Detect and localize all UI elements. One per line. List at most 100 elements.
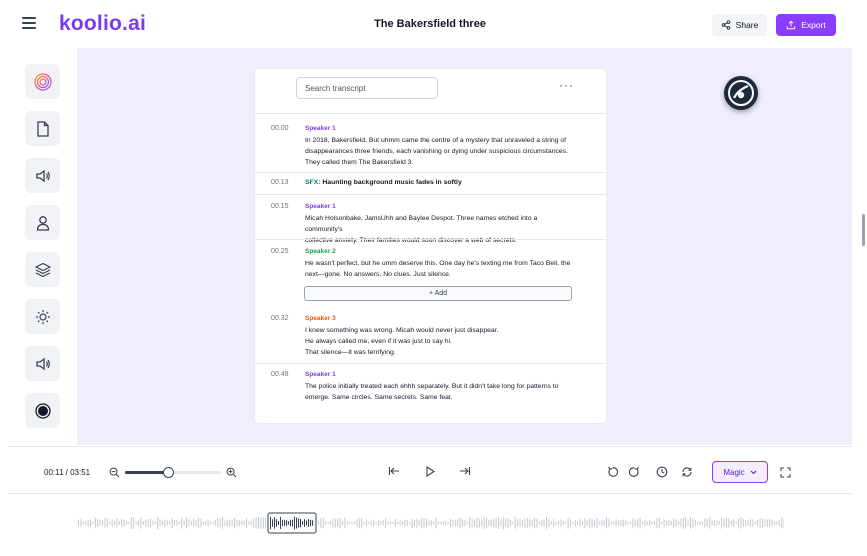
loop-icon[interactable] [680, 465, 694, 479]
waveform-bar [320, 518, 322, 528]
waveform-bar [618, 520, 619, 526]
speaker-label[interactable]: Speaker 1 [305, 125, 336, 132]
waveform-bar [222, 517, 223, 529]
waveform-bar [469, 517, 471, 529]
sfx-line[interactable]: SFX: Haunting background music fades in … [305, 179, 462, 186]
waveform-bar [476, 517, 478, 529]
segment-text[interactable]: The police initially treated each ehhh s… [305, 381, 575, 403]
waveform-bar [234, 517, 235, 529]
waveform-bar [682, 517, 684, 529]
speaker-label[interactable]: Speaker 2 [305, 248, 336, 255]
share-button[interactable]: Share [712, 14, 767, 36]
segment-time[interactable]: 00.32 [271, 315, 289, 322]
sidebar-item-music[interactable] [25, 346, 60, 381]
waveform-bar [680, 518, 682, 528]
waveform-bar [361, 517, 363, 529]
waveform-bar [421, 517, 423, 529]
segment-time[interactable]: 00.25 [271, 248, 289, 255]
history-icon[interactable] [655, 465, 669, 479]
speaker-label[interactable]: Speaker 1 [305, 203, 336, 210]
assistant-icon [728, 80, 754, 106]
redo-icon[interactable] [627, 465, 641, 479]
waveform-bar [118, 521, 120, 525]
waveform-bar [190, 520, 192, 526]
sidebar-item-transcript[interactable] [25, 111, 60, 146]
waveform-bar [322, 517, 324, 529]
waveform-bar [598, 521, 600, 525]
waveform-bar [673, 518, 675, 528]
speaker-label[interactable]: Speaker 3 [305, 315, 336, 322]
segment-text[interactable]: In 2018, Bakersfield, But uhmm came the … [305, 135, 575, 169]
waveform-bar [85, 520, 87, 526]
waveform-bar [608, 519, 610, 527]
zoom-out-icon[interactable] [108, 466, 120, 478]
undo-icon[interactable] [606, 465, 620, 479]
waveform-bar [399, 520, 401, 526]
menu-icon[interactable] [22, 17, 36, 29]
segment-time[interactable]: 00.48 [271, 371, 289, 378]
segment-time[interactable]: 00.13 [271, 179, 289, 186]
waveform-bar [147, 519, 149, 527]
waveform-bar [87, 519, 89, 527]
sidebar-item-speakers[interactable] [25, 205, 60, 240]
fullscreen-icon[interactable] [779, 466, 791, 478]
waveform-bar [164, 519, 166, 527]
waveform-bar [318, 521, 319, 525]
waveform-bar [354, 521, 355, 525]
waveform-bar [493, 518, 495, 528]
waveform-bar [538, 521, 540, 525]
zoom-in-icon[interactable] [225, 466, 237, 478]
waveform-bar [733, 519, 735, 527]
more-options-icon[interactable]: ··· [559, 78, 574, 92]
chevron-down-icon [750, 470, 757, 474]
waveform-bar [750, 519, 751, 527]
waveform-bar [572, 521, 574, 525]
magic-label: Magic [723, 467, 745, 477]
top-bar: koolio.ai The Bakersfield three Share Ex… [0, 0, 867, 48]
speaker-label[interactable]: Speaker 1 [305, 371, 336, 378]
app-logo[interactable]: koolio.ai [59, 12, 146, 36]
layers-icon [34, 262, 51, 277]
logo-spiral-icon [33, 72, 52, 91]
skip-back-icon[interactable] [387, 465, 401, 477]
segment-text[interactable]: I knew something was wrong. Micah would … [305, 325, 575, 359]
waveform-overview[interactable] [78, 510, 784, 536]
sidebar-item-koolio[interactable] [25, 64, 60, 99]
search-input[interactable]: Search transcript [296, 77, 438, 99]
waveform-bar [754, 521, 756, 525]
waveform-bar [642, 521, 643, 525]
sidebar-item-layers[interactable] [25, 252, 60, 287]
export-label: Export [801, 20, 826, 30]
segment-time[interactable]: 00.15 [271, 203, 289, 210]
sidebar-item-enhance[interactable] [25, 299, 60, 334]
waveform-bar [627, 521, 629, 525]
waveform-bar [284, 520, 285, 526]
sidebar-item-record[interactable] [25, 393, 60, 428]
waveform-bar [505, 518, 507, 528]
export-button[interactable]: Export [776, 14, 836, 36]
add-segment-button[interactable]: + Add [304, 286, 572, 301]
document-icon [36, 120, 49, 137]
waveform-bar [435, 517, 437, 529]
waveform-bar [416, 518, 418, 528]
waveform-bar [288, 521, 289, 525]
waveform-bar [214, 519, 216, 526]
zoom-slider[interactable] [125, 467, 221, 478]
waveform-bar [630, 521, 631, 525]
skip-forward-icon[interactable] [458, 465, 472, 477]
play-icon[interactable] [423, 465, 437, 477]
waveform-bar [171, 518, 173, 528]
assistant-button[interactable] [724, 76, 758, 110]
zoom-slider-thumb[interactable] [163, 467, 175, 478]
waveform-bar [478, 518, 480, 528]
waveform-bar [260, 517, 262, 529]
waveform-bar [152, 520, 154, 526]
scrollbar[interactable] [862, 214, 865, 246]
sidebar-item-audio[interactable] [25, 158, 60, 193]
segment-text[interactable]: Micah Holsonbake, JamsUhh and Baylee Des… [305, 213, 575, 247]
waveform-bar [229, 519, 231, 527]
segment-text[interactable]: He wasn't perfect, but he umm deserve th… [305, 258, 575, 280]
segment-time[interactable]: 00.00 [271, 125, 289, 132]
waveform-bar [414, 519, 415, 527]
magic-dropdown[interactable]: Magic [712, 461, 768, 483]
